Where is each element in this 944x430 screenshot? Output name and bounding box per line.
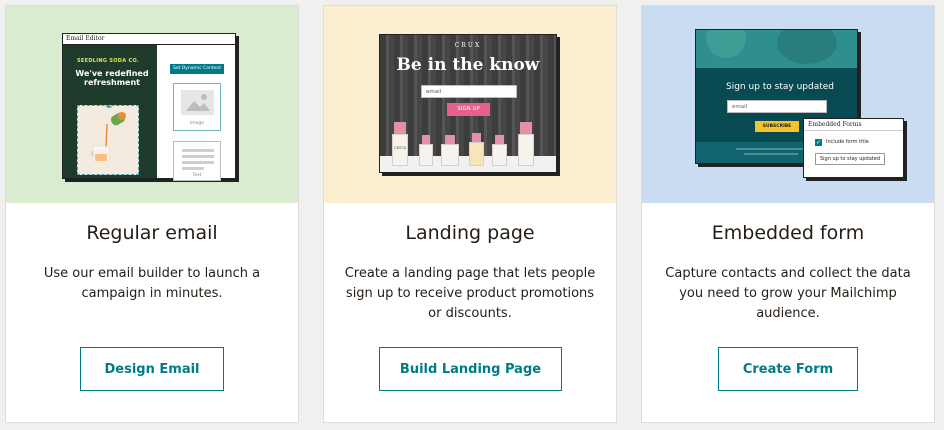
build-landing-page-button[interactable]: Build Landing Page — [379, 347, 562, 391]
leaf-shape — [706, 30, 746, 58]
email-editor-mock: Email Editor SEEDLING SODA CO. We've red… — [62, 33, 236, 181]
email-content-panel: SEEDLING SODA CO. We've redefined refres… — [63, 45, 157, 178]
bottle — [492, 144, 507, 166]
form-email-field: email — [727, 100, 827, 113]
text-line — [182, 167, 204, 170]
bottle — [419, 144, 433, 166]
pouring-drink-icon — [91, 102, 126, 163]
form-headline: Sign up to stay updated — [726, 82, 835, 92]
panel-signup-button: Sign up to stay updated — [815, 153, 885, 165]
card-landing-page: CRUX Be in the know email SIGN UP CRUX L… — [323, 5, 617, 423]
image-block: Image — [173, 83, 221, 131]
text-line — [182, 149, 214, 152]
text-line — [182, 155, 214, 158]
card-title: Regular email — [86, 222, 218, 244]
image-block-label: Image — [189, 121, 205, 126]
footer-line — [736, 148, 806, 150]
footer-line — [744, 153, 798, 155]
leaf-shape — [777, 30, 837, 64]
image-placeholder-icon — [181, 90, 214, 115]
email-product-photo — [77, 102, 139, 175]
email-editor-title: Email Editor — [63, 34, 235, 45]
set-dynamic-content-button: Set Dynamic Content — [170, 64, 224, 74]
card-description: Use our email builder to launch a campai… — [43, 266, 261, 301]
embedded-forms-panel: Embedded Forms ✓ Include form title Sign… — [803, 118, 904, 178]
bottle — [441, 144, 459, 166]
design-email-button[interactable]: Design Email — [80, 347, 224, 391]
email-blocks-panel: Set Dynamic Content Image Text — [159, 45, 235, 181]
landing-preview: CRUX Be in the know email SIGN UP CRUX — [324, 6, 616, 203]
landing-email-field: email — [421, 85, 517, 98]
text-block-label: Text — [192, 173, 202, 178]
email-brand: SEEDLING SODA CO. — [77, 58, 140, 64]
bottle-cap — [422, 135, 430, 144]
bottle: CRUX — [392, 134, 408, 166]
bottle-label: CRUX — [393, 145, 407, 150]
card-description: Create a landing page that lets people s… — [344, 266, 596, 321]
form-preview: Sign up to stay updated email SUBSCRIBE … — [642, 6, 934, 203]
bottle-cap — [495, 135, 504, 144]
bottle-cap — [445, 135, 455, 144]
card-regular-email: Email Editor SEEDLING SODA CO. We've red… — [5, 5, 299, 423]
bottle-cap — [394, 122, 406, 134]
text-block: Text — [173, 141, 221, 181]
panel-title: Embedded Forms — [804, 119, 903, 131]
email-preview: Email Editor SEEDLING SODA CO. We've red… — [6, 6, 298, 203]
card-title: Embedded form — [711, 222, 865, 244]
bottle — [469, 142, 484, 166]
landing-logo: CRUX — [454, 42, 482, 49]
landing-headline: Be in the know — [396, 55, 540, 75]
create-form-button[interactable]: Create Form — [718, 347, 858, 391]
checkbox-checked-icon: ✓ — [815, 139, 822, 146]
email-headline: We've redefined refreshment — [75, 69, 149, 87]
text-line — [182, 161, 214, 164]
form-subscribe-button: SUBSCRIBE — [755, 121, 799, 132]
card-description: Capture contacts and collect the data yo… — [665, 266, 911, 321]
leaf-banner — [696, 30, 857, 70]
landing-page-mock: CRUX Be in the know email SIGN UP CRUX — [379, 34, 557, 173]
card-title: Landing page — [405, 222, 535, 244]
bottle-cap — [520, 122, 532, 134]
bottle-cap — [472, 133, 481, 142]
bottle — [518, 134, 534, 166]
landing-signup-button: SIGN UP — [447, 103, 490, 116]
card-embedded-form: Sign up to stay updated email SUBSCRIBE … — [641, 5, 935, 423]
checkbox-label: Include form title — [826, 139, 869, 145]
